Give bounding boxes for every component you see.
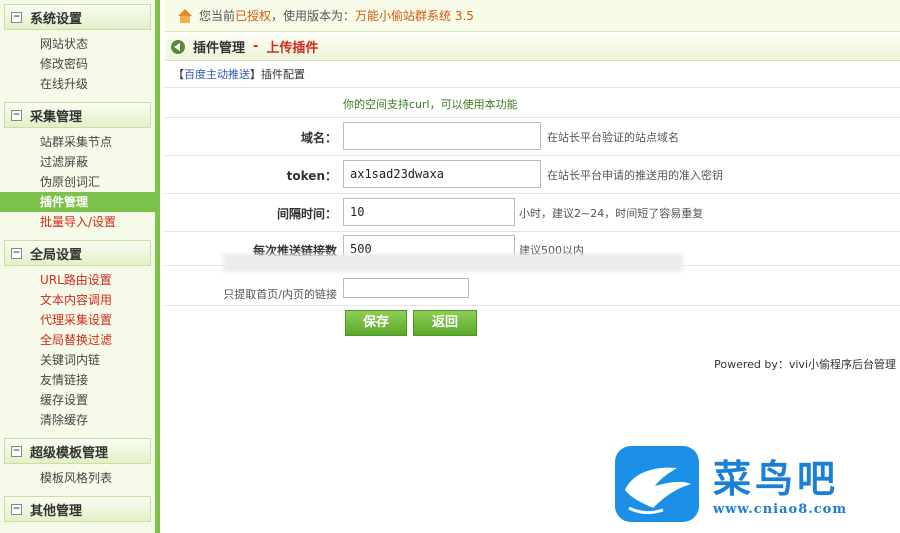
- back-button[interactable]: 返回: [413, 310, 477, 336]
- sidebar-item-text-call[interactable]: 文本内容调用: [0, 290, 155, 310]
- sidebar-group-global[interactable]: − 全局设置: [4, 240, 151, 266]
- home-icon: [177, 8, 193, 23]
- back-arrow-icon[interactable]: [171, 39, 185, 54]
- token-hint: 在站长平台申请的推送用的准入密钥: [547, 169, 723, 182]
- token-label: token：: [286, 169, 337, 183]
- page-title: 插件管理: [193, 41, 246, 56]
- sidebar-item-change-password[interactable]: 修改密码: [0, 54, 155, 74]
- sidebar-item-clear-cache[interactable]: 清除缓存: [0, 410, 155, 430]
- notice-auth-status: 已授权: [235, 9, 272, 23]
- scope-select[interactable]: [343, 278, 469, 298]
- sidebar-group-label: 其他管理: [30, 503, 83, 519]
- sidebar-item-cache-settings[interactable]: 缓存设置: [0, 390, 155, 410]
- breadcrumb: 【 百度主动推送 】 插件配置: [165, 61, 900, 87]
- sidebar-group-label: 全局设置: [30, 247, 83, 263]
- sidebar-group-template[interactable]: − 超级模板管理: [4, 438, 151, 464]
- breadcrumb-link-baidu-push[interactable]: 百度主动推送: [184, 66, 250, 82]
- notice-version: 万能小偷站群系统 3.5: [355, 9, 474, 23]
- scope-label: 只提取首页/内页的链接: [223, 288, 337, 301]
- interval-label: 间隔时间：: [276, 207, 337, 221]
- watermark: 菜鸟吧 www.cniao8.com: [615, 446, 900, 533]
- collapse-icon[interactable]: −: [11, 503, 22, 515]
- domain-hint: 在站长平台验证的站点域名: [547, 131, 679, 144]
- powered-by-footer: Powered by：vivi小偷程序后台管理: [714, 358, 896, 371]
- sidebar-item-template-list[interactable]: 模板风格列表: [0, 468, 155, 488]
- notice-mid: ，使用版本为：: [271, 9, 356, 23]
- plugin-config-form: 你的空间支持curl，可以使用本功能 域名： 在站长平台验证的站点域名 toke…: [165, 87, 900, 342]
- sidebar-group-label: 采集管理: [30, 109, 83, 125]
- sidebar-item-site-status[interactable]: 网站状态: [0, 34, 155, 54]
- sidebar-group-system[interactable]: − 系统设置: [4, 4, 151, 30]
- domain-row: 域名： 在站长平台验证的站点域名: [165, 118, 900, 156]
- sidebar-group-collect[interactable]: − 采集管理: [4, 102, 151, 128]
- upload-plugin-link[interactable]: 上传插件: [266, 37, 318, 56]
- sidebar-item-friend-links[interactable]: 友情链接: [0, 370, 155, 390]
- interval-input[interactable]: [343, 198, 515, 226]
- collapse-icon[interactable]: −: [11, 247, 22, 259]
- blurred-overlay: [223, 254, 683, 272]
- interval-hint: 小时，建议2~24，时间短了容易重复: [519, 207, 704, 220]
- actions-row: 保存 返回: [165, 306, 900, 342]
- sidebar-item-filter-block[interactable]: 过滤屏蔽: [0, 152, 155, 172]
- sidebar-item-batch-import[interactable]: 批量导入/设置: [0, 212, 155, 232]
- page-title-bar: 插件管理 - 上传插件: [165, 33, 900, 61]
- app-root: − 系统设置 网站状态 修改密码 在线升级 − 采集管理 站群采集节点 过滤屏蔽…: [0, 0, 900, 533]
- sidebar: − 系统设置 网站状态 修改密码 在线升级 − 采集管理 站群采集节点 过滤屏蔽…: [0, 0, 160, 533]
- sidebar-group-label: 系统设置: [30, 11, 83, 27]
- watermark-url: www.cniao8.com: [713, 502, 848, 517]
- breadcrumb-current: 插件配置: [261, 68, 305, 81]
- sidebar-item-keyword-links[interactable]: 关键词内链: [0, 350, 155, 370]
- sidebar-item-url-route[interactable]: URL路由设置: [0, 270, 155, 290]
- watermark-brand: 菜鸟吧: [713, 456, 840, 501]
- sidebar-item-pseudo-words[interactable]: 伪原创词汇: [0, 172, 155, 192]
- sidebar-item-plugin-manage[interactable]: 插件管理: [0, 192, 155, 212]
- interval-row: 间隔时间： 小时，建议2~24，时间短了容易重复: [165, 194, 900, 232]
- sidebar-item-proxy-collect[interactable]: 代理采集设置: [0, 310, 155, 330]
- collapse-icon[interactable]: −: [11, 445, 22, 457]
- title-separator: -: [253, 39, 259, 54]
- curl-support-message: 你的空间支持curl，可以使用本功能: [343, 98, 518, 111]
- breadcrumb-bracket-close: 】: [250, 68, 261, 81]
- collapse-icon[interactable]: −: [11, 11, 22, 23]
- sidebar-item-collect-nodes[interactable]: 站群采集节点: [0, 132, 155, 152]
- notice-prefix: 您当前: [199, 9, 236, 23]
- sidebar-group-label: 超级模板管理: [30, 445, 109, 461]
- breadcrumb-bracket-open: 【: [173, 68, 184, 81]
- support-row: 你的空间支持curl，可以使用本功能: [165, 88, 900, 118]
- domain-label: 域名：: [300, 131, 337, 145]
- token-input[interactable]: [343, 160, 541, 188]
- sidebar-item-online-upgrade[interactable]: 在线升级: [0, 74, 155, 94]
- token-row: token： 在站长平台申请的推送用的准入密钥: [165, 156, 900, 194]
- bird-logo-icon: [615, 446, 699, 522]
- domain-input[interactable]: [343, 122, 541, 150]
- sidebar-item-global-replace[interactable]: 全局替换过滤: [0, 330, 155, 350]
- license-notice-bar: 您当前 已授权 ，使用版本为： 万能小偷站群系统 3.5: [165, 0, 900, 32]
- collapse-icon[interactable]: −: [11, 109, 22, 121]
- scope-row: 只提取首页/内页的链接: [165, 254, 900, 306]
- sidebar-group-other[interactable]: − 其他管理: [4, 496, 151, 522]
- save-button[interactable]: 保存: [345, 310, 407, 336]
